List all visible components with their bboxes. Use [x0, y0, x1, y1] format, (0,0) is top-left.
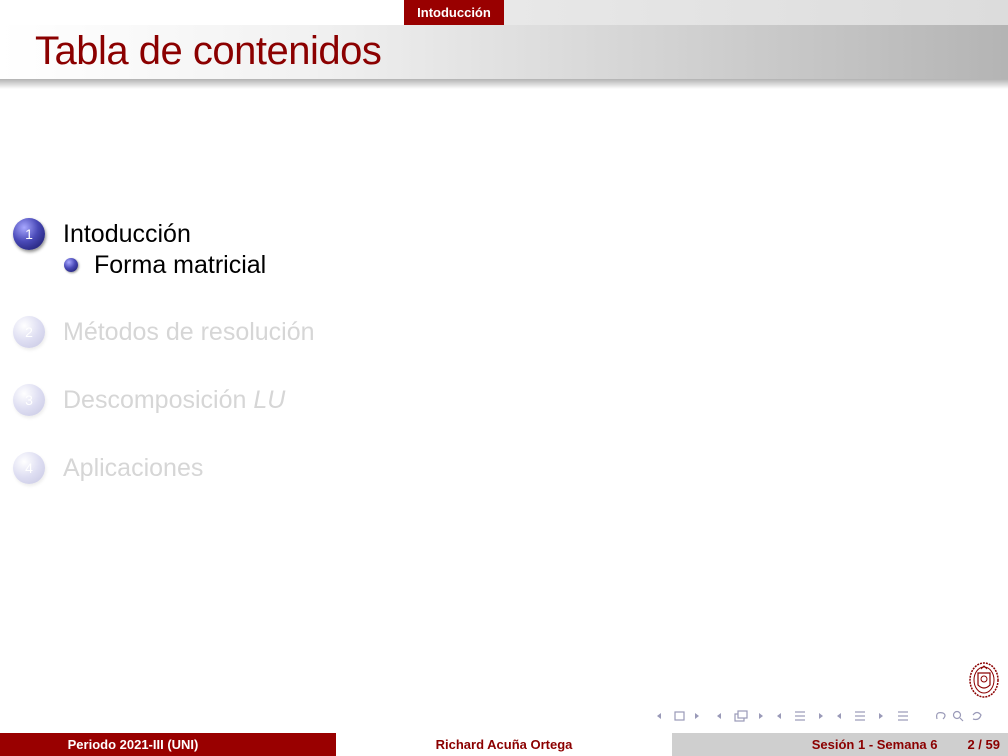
title-bar-shadow — [0, 79, 1008, 89]
footer-session: Sesión 1 - Semana 6 2 / 59 — [672, 733, 1008, 756]
toc-section-label: Aplicaciones — [63, 453, 204, 482]
toc-section-1[interactable]: 1 Intoducción — [13, 216, 191, 252]
section-bar-right — [504, 0, 1008, 25]
search-icon[interactable] — [933, 709, 985, 723]
section-number: 3 — [25, 392, 33, 408]
toc-section-label: Métodos de resolución — [63, 317, 315, 346]
section-number: 1 — [25, 226, 33, 242]
footer-institution: Periodo 2021-III (UNI) — [0, 733, 336, 756]
section-navigation-bar — [0, 0, 1008, 25]
toc-section-label: Descomposición LU — [63, 386, 285, 415]
subsection-nav-icon[interactable] — [715, 709, 775, 723]
subsection-bullet-icon — [64, 258, 78, 272]
section-number: 4 — [25, 460, 33, 476]
beamer-navigation-symbols — [655, 706, 985, 726]
section-number-ball: 4 — [13, 452, 45, 484]
toc-section-label-text: Descomposición — [63, 385, 254, 414]
document-nav-icon[interactable] — [835, 709, 895, 723]
section-nav-icon[interactable] — [775, 709, 835, 723]
toc-section-4[interactable]: 4 Aplicaciones — [13, 450, 203, 486]
toc-section-2[interactable]: 2 Métodos de resolución — [13, 314, 315, 350]
logo-seal-icon — [969, 662, 999, 698]
section-number-ball: 3 — [13, 384, 45, 416]
footer-author: Richard Acuña Ortega — [336, 733, 672, 756]
toc-subsection-1[interactable]: Forma matricial — [64, 250, 266, 280]
footer-session-label: Sesión 1 - Semana 6 — [811, 737, 938, 752]
section-number-ball: 1 — [13, 218, 45, 250]
appendix-nav-icon[interactable] — [895, 709, 911, 723]
toc-section-label-math: LU — [253, 385, 286, 414]
toc-section-3[interactable]: 3 Descomposición LU — [13, 382, 285, 418]
toc-section-label: Intoducción — [63, 219, 191, 248]
section-number: 2 — [25, 324, 33, 340]
section-number-ball: 2 — [13, 316, 45, 348]
current-section-tab[interactable]: Intoducción — [404, 0, 504, 25]
frame-nav-icon[interactable] — [655, 709, 715, 723]
footer: Periodo 2021-III (UNI) Richard Acuña Ort… — [0, 733, 1008, 756]
footer-page-number: 2 / 59 — [967, 737, 1000, 752]
toc-subsection-label: Forma matricial — [94, 250, 267, 279]
frame-title: Tabla de contenidos — [35, 29, 382, 73]
